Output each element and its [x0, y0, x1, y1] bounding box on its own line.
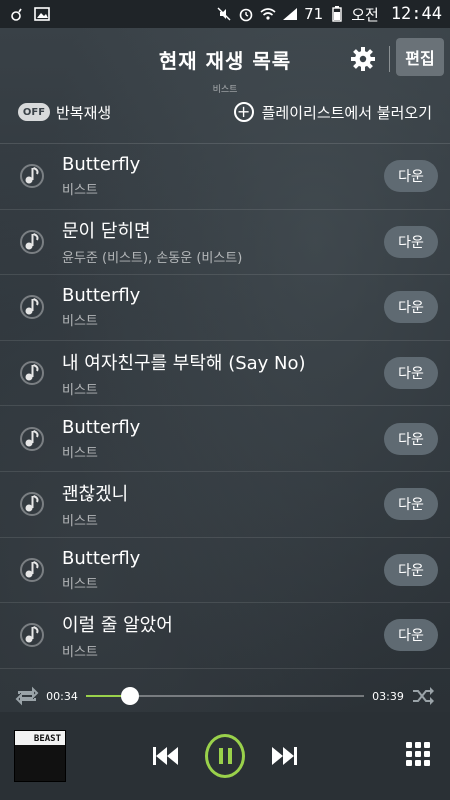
music-note-icon	[18, 359, 58, 387]
download-button[interactable]: 다운	[384, 291, 438, 324]
elapsed-time: 00:34	[46, 689, 78, 703]
playlist-toolbar: OFF 반복재생 + 플레이리스트에서 불러오기	[0, 90, 450, 134]
pause-button[interactable]	[205, 734, 245, 778]
grid-menu-icon[interactable]	[406, 742, 430, 766]
list-item[interactable]: Butterfly 비스트 다운	[0, 538, 450, 604]
list-item[interactable]: 내 여자친구를 부탁해 (Say No) 비스트 다운	[0, 341, 450, 407]
mini-player: BEAST	[0, 712, 450, 800]
image-icon	[34, 6, 50, 22]
list-item[interactable]: 이럴 줄 알았어 비스트 다운	[0, 603, 450, 669]
song-artist: 비스트	[62, 644, 98, 660]
edit-button[interactable]: 편집	[396, 38, 444, 76]
download-button[interactable]: 다운	[384, 357, 438, 390]
shuffle-icon[interactable]	[408, 681, 438, 711]
status-bar: 71 오전 12:44	[0, 0, 450, 28]
music-note-icon	[18, 293, 58, 321]
song-title: Butterfly	[62, 285, 141, 307]
music-note-icon	[18, 425, 58, 453]
wifi-icon	[260, 6, 276, 22]
load-playlist-button[interactable]: + 플레이리스트에서 불러오기	[233, 102, 432, 123]
music-note-icon	[18, 228, 58, 256]
song-artist: 비스트	[62, 314, 98, 330]
album-art[interactable]: BEAST	[14, 730, 66, 782]
repeat-label[interactable]: 반복재생	[56, 102, 111, 123]
music-note-icon	[18, 162, 58, 190]
page-title: 현재 재생 목록	[158, 48, 292, 73]
music-note-icon	[18, 490, 58, 518]
album-art-text: BEAST	[33, 734, 61, 744]
download-button[interactable]: 다운	[384, 553, 438, 586]
progress-bar-row: 00:34 03:39	[0, 680, 450, 712]
list-item[interactable]: 괜찮겠니 비스트 다운	[0, 472, 450, 538]
mute-icon	[216, 6, 232, 22]
list-item[interactable]: Butterfly 비스트 다운	[0, 275, 450, 341]
download-button[interactable]: 다운	[384, 225, 438, 258]
am-pm: 오전	[351, 5, 379, 24]
song-title: Butterfly	[62, 154, 141, 176]
next-track-icon[interactable]	[265, 736, 305, 776]
download-button[interactable]: 다운	[384, 422, 438, 455]
song-title: Butterfly	[62, 547, 141, 569]
music-note-icon	[18, 556, 58, 584]
list-item[interactable]: 문이 닫히면 윤두준 (비스트), 손동운 (비스트) 다운	[0, 210, 450, 276]
song-artist: 비스트	[62, 382, 98, 398]
list-item[interactable]: Butterfly 비스트 다운	[0, 144, 450, 210]
seek-knob[interactable]	[121, 687, 140, 705]
repeat-icon[interactable]	[12, 681, 42, 711]
song-artist: 비스트	[62, 513, 98, 529]
song-artist: 윤두준 (비스트), 손동운 (비스트)	[62, 251, 243, 267]
song-list: Butterfly 비스트 다운 문이 닫히면 윤두준 (비스트), 손동운 (…	[0, 143, 450, 669]
previous-track-icon[interactable]	[145, 736, 185, 776]
alarm-icon	[238, 6, 254, 22]
battery-percent: 71	[304, 5, 324, 23]
header-divider	[389, 46, 390, 72]
song-title: Butterfly	[62, 416, 141, 438]
song-artist: 비스트	[62, 576, 98, 592]
song-title: 이럴 줄 알았어	[62, 614, 173, 636]
signal-icon	[282, 6, 298, 22]
header: 현재 재생 목록 비스트 편집	[0, 28, 450, 95]
song-artist: 비스트	[62, 183, 98, 199]
list-item[interactable]: Butterfly 비스트 다운	[0, 406, 450, 472]
pause-icon	[205, 734, 245, 778]
song-title: 문이 닫히면	[62, 221, 151, 243]
clock: 12:44	[390, 4, 442, 24]
plus-circle-icon: +	[233, 102, 254, 122]
gear-icon[interactable]	[348, 44, 378, 74]
total-time: 03:39	[372, 689, 404, 703]
song-title: 내 여자친구를 부탁해 (Say No)	[62, 352, 306, 374]
battery-icon	[329, 6, 345, 22]
song-artist: 비스트	[62, 445, 98, 461]
notification-icon	[8, 6, 24, 22]
song-title: 괜찮겠니	[62, 483, 129, 505]
load-playlist-label: 플레이리스트에서 불러오기	[261, 103, 432, 122]
download-button[interactable]: 다운	[384, 160, 438, 193]
download-button[interactable]: 다운	[384, 619, 438, 652]
download-button[interactable]: 다운	[384, 488, 438, 521]
playback-controls	[145, 734, 305, 778]
repeat-toggle[interactable]: OFF	[18, 103, 50, 121]
seek-bar[interactable]	[86, 687, 364, 705]
music-note-icon	[18, 621, 58, 649]
